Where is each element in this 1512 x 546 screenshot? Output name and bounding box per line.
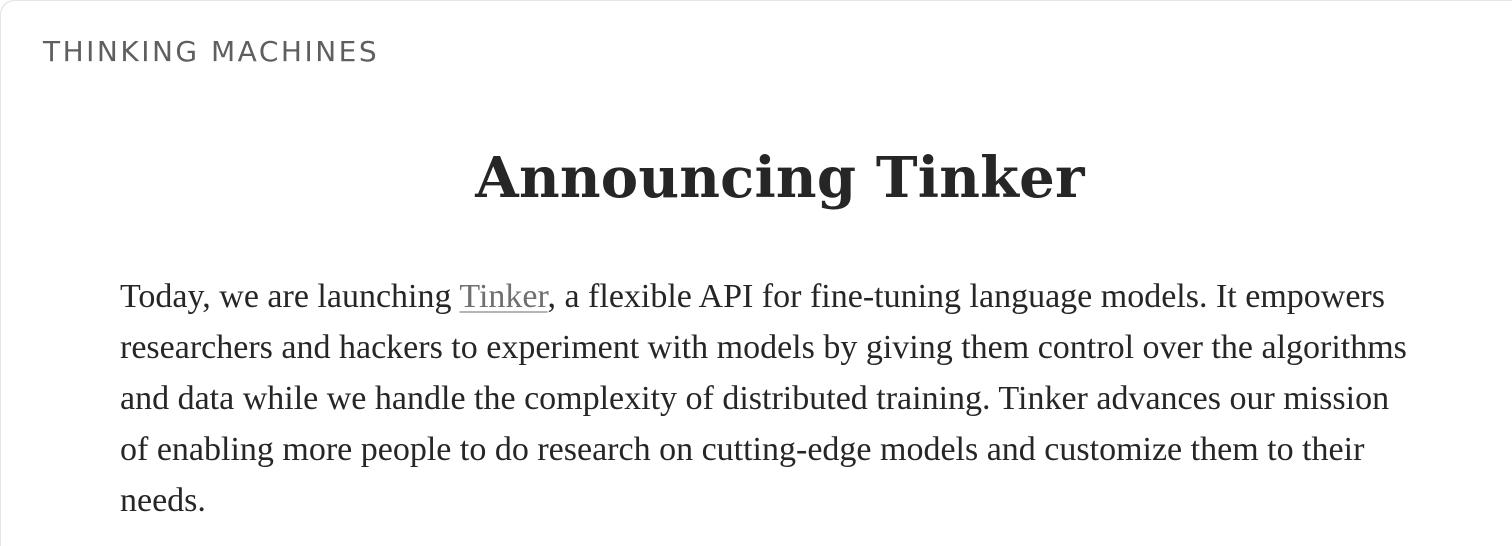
- tinker-link[interactable]: Tinker: [459, 278, 547, 315]
- intro-text-before-link: Today, we are launching: [120, 278, 460, 315]
- article-title: Announcing Tinker: [475, 145, 1085, 211]
- page-container: THINKING MACHINES Announcing Tinker Toda…: [0, 0, 1512, 546]
- article-intro-paragraph: Today, we are launching Tinker, a flexib…: [120, 271, 1420, 526]
- site-logo-wordmark[interactable]: THINKING MACHINES: [43, 30, 379, 74]
